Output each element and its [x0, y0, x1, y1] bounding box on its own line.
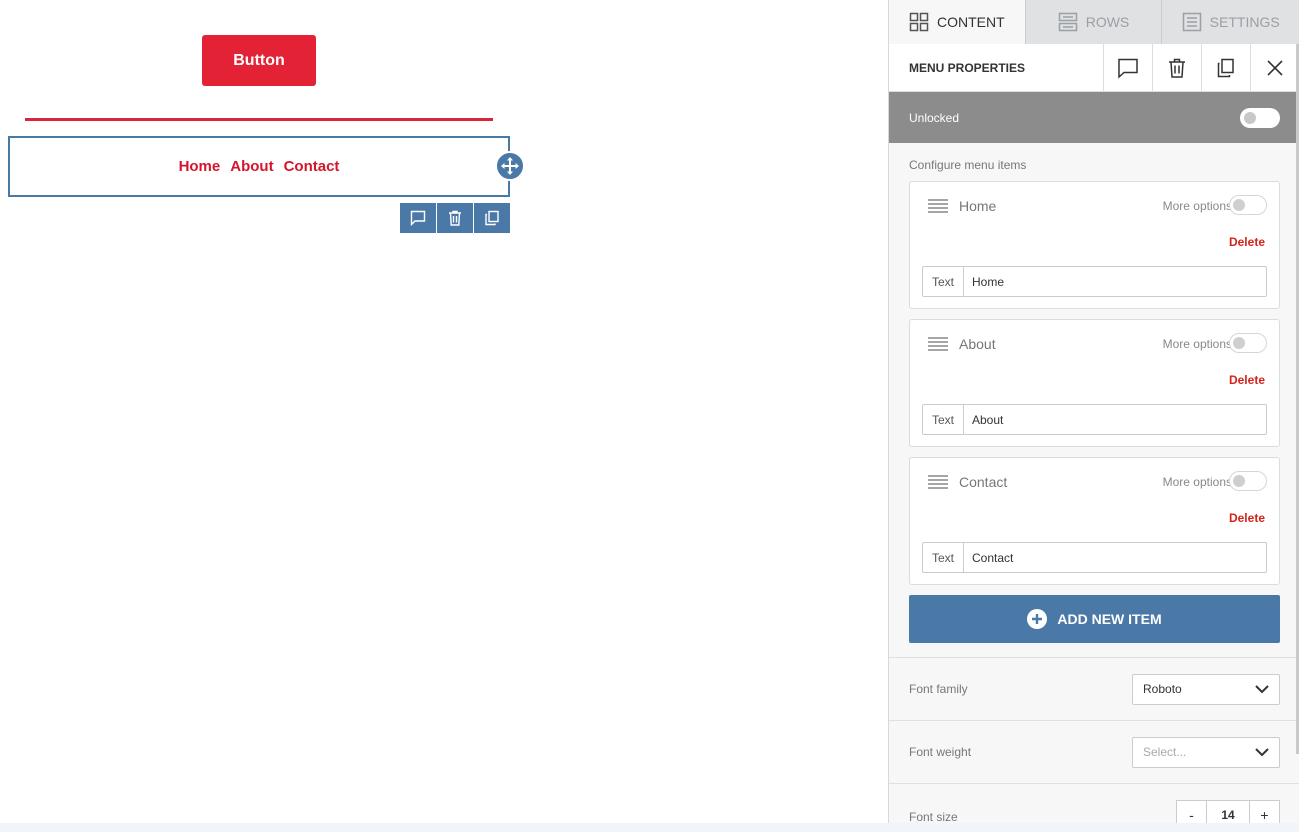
lock-toggle[interactable] [1240, 107, 1280, 128]
font-size-label: Font size [909, 810, 958, 823]
menu-item-name: Contact [959, 474, 1008, 490]
duplicate-icon[interactable] [474, 203, 510, 233]
panel-tabs: CONTENT ROWS SETTINGS [889, 0, 1299, 44]
item-text-field: Text [922, 266, 1267, 297]
header-comment-button[interactable] [1103, 43, 1152, 92]
move-handle-icon[interactable] [495, 151, 525, 181]
drag-handle-icon[interactable] [927, 336, 949, 357]
header-delete-button[interactable] [1152, 43, 1201, 92]
text-field-label: Text [923, 543, 964, 572]
item-text-input[interactable] [964, 267, 1266, 296]
font-size-decrement[interactable]: - [1177, 801, 1206, 823]
font-size-stepper: - 14 + [1176, 800, 1280, 823]
divider-line[interactable] [25, 118, 493, 121]
tab-settings[interactable]: SETTINGS [1162, 0, 1299, 44]
header-duplicate-button[interactable] [1201, 43, 1250, 92]
item-text-input[interactable] [964, 543, 1266, 572]
menu-block-selected[interactable]: Home About Contact [8, 136, 510, 197]
rows-icon [1058, 12, 1077, 32]
drag-handle-icon[interactable] [927, 198, 949, 219]
delete-item-link[interactable]: Delete [1229, 373, 1265, 387]
delete-item-link[interactable]: Delete [1229, 511, 1265, 525]
font-weight-row: Font weight Select... [889, 720, 1299, 783]
settings-doc-icon [1182, 12, 1201, 32]
text-field-label: Text [923, 267, 964, 296]
lock-bar: Unlocked [889, 92, 1299, 143]
font-family-select[interactable]: Roboto [1132, 673, 1280, 705]
editor-canvas: Button Home About Contact [0, 0, 888, 832]
comment-icon[interactable] [400, 203, 437, 233]
block-toolbar [400, 203, 510, 233]
more-options-label: More options [1162, 199, 1232, 213]
font-weight-placeholder: Select... [1143, 745, 1187, 759]
grid-icon [909, 12, 929, 32]
bottom-strip [0, 823, 1299, 832]
drag-handle-icon[interactable] [927, 474, 949, 495]
font-weight-label: Font weight [909, 745, 972, 759]
font-size-increment[interactable]: + [1250, 801, 1279, 823]
font-family-value: Roboto [1143, 682, 1182, 696]
menu-link-contact[interactable]: Contact [284, 158, 340, 175]
tab-content-label: CONTENT [937, 14, 1005, 30]
add-new-item-label: ADD NEW ITEM [1057, 611, 1162, 627]
more-options-toggle[interactable] [1229, 333, 1267, 353]
trash-icon[interactable] [437, 203, 474, 233]
menu-link-home[interactable]: Home [179, 158, 221, 175]
more-options-label: More options [1162, 337, 1232, 351]
header-close-button[interactable] [1250, 43, 1299, 92]
tab-rows-label: ROWS [1085, 14, 1130, 30]
menu-item-name: Home [959, 198, 997, 214]
more-options-toggle[interactable] [1229, 195, 1267, 215]
chevron-down-icon [1255, 747, 1269, 756]
font-family-label: Font family [909, 682, 968, 696]
close-icon [1267, 59, 1283, 76]
duplicate-icon [1217, 58, 1234, 77]
configure-menu-label: Configure menu items [909, 158, 1027, 172]
properties-header: MENU PROPERTIES [889, 43, 1299, 92]
canvas-button[interactable]: Button [202, 35, 316, 86]
font-family-row: Font family Roboto [889, 657, 1299, 720]
font-weight-select[interactable]: Select... [1132, 736, 1280, 768]
delete-item-link[interactable]: Delete [1229, 235, 1265, 249]
chevron-down-icon [1255, 684, 1269, 693]
menu-item-name: About [959, 336, 996, 352]
font-size-value[interactable]: 14 [1206, 801, 1250, 823]
item-text-field: Text [922, 404, 1267, 435]
menu-item-card: Contact More options Delete Text [909, 457, 1280, 585]
more-options-toggle[interactable] [1229, 471, 1267, 491]
text-field-label: Text [923, 405, 964, 434]
comment-icon [1118, 58, 1138, 79]
properties-panel: CONTENT ROWS SETTINGS MENU PROPERTIES Un… [888, 0, 1299, 823]
tab-rows[interactable]: ROWS [1026, 0, 1163, 44]
add-new-item-button[interactable]: ADD NEW ITEM [909, 595, 1280, 643]
lock-status-label: Unlocked [909, 110, 960, 125]
menu-link-about[interactable]: About [230, 158, 273, 175]
tab-content[interactable]: CONTENT [889, 0, 1026, 44]
menu-item-card: Home More options Delete Text [909, 181, 1280, 309]
font-size-row: Font size - 14 + [889, 783, 1299, 823]
item-text-field: Text [922, 542, 1267, 573]
menu-item-card: About More options Delete Text [909, 319, 1280, 447]
item-text-input[interactable] [964, 405, 1266, 434]
plus-circle-icon [1027, 609, 1048, 629]
trash-icon [1169, 58, 1185, 78]
more-options-label: More options [1162, 475, 1232, 489]
properties-title: MENU PROPERTIES [909, 60, 1026, 75]
tab-settings-label: SETTINGS [1209, 14, 1280, 30]
